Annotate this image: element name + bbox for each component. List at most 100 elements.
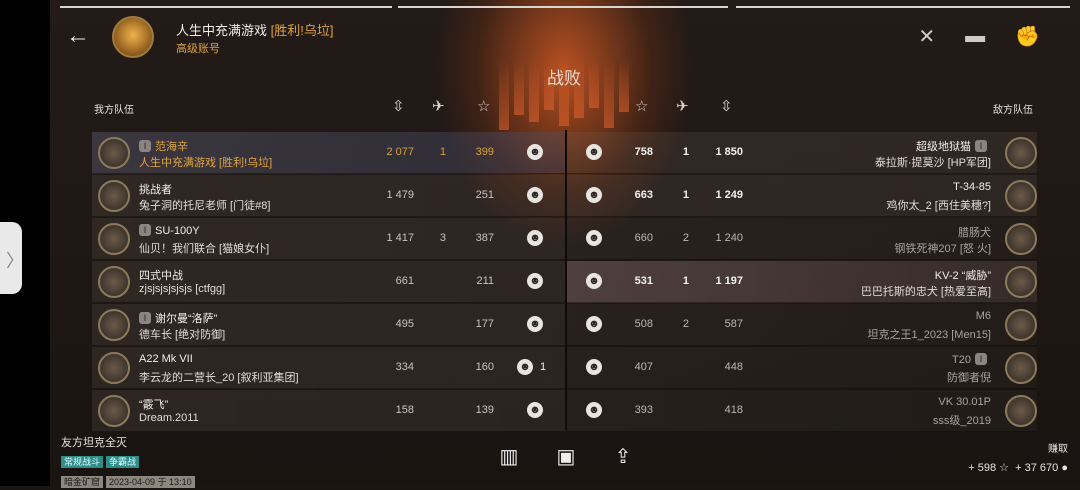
replay-icon[interactable]: ▣ <box>555 444 577 469</box>
player-nick: sss级_2019 <box>932 415 991 427</box>
player-nick: 防御者倪 <box>947 372 991 384</box>
xp-value: 387 <box>475 232 494 244</box>
tank-name: 腊肠犬 <box>958 224 991 240</box>
xp-star-icon[interactable]: ☆ <box>635 97 648 115</box>
ally-row[interactable]: 挑战者 兔子洞的托尼老师 [门徒#8] 1 479 251 ☻ <box>92 175 565 217</box>
smile-icon[interactable]: ☻ <box>527 273 543 289</box>
player-emblem <box>1005 395 1037 427</box>
xp-value: 211 <box>476 275 494 287</box>
player-nick: zjsjsjsjsjsjs [ctfgg] <box>139 283 226 295</box>
damage-value: 1 417 <box>386 232 414 244</box>
kills-value: 2 <box>682 318 689 330</box>
player-emblem <box>1005 309 1037 341</box>
damage-value: 334 <box>395 361 414 373</box>
player-nick: 泰拉斯·提莫沙 [HP军团] <box>874 157 991 169</box>
ally-row[interactable]: A22 Mk VII 李云龙的二营长_20 [叙利亚集团] 334 160 1 ☻ <box>92 347 565 389</box>
player-clan: [胜利!乌垃] <box>270 23 334 38</box>
damage-value: 587 <box>724 318 743 330</box>
smile-icon[interactable]: ☻ <box>527 187 543 203</box>
share-icon[interactable]: ⇪ <box>612 444 634 469</box>
smile-icon[interactable]: ☻ <box>586 273 602 289</box>
xp-value: 758 <box>634 146 653 158</box>
player-nick: 钢铁死神207 [怒 火] <box>894 243 991 255</box>
tank-name: T20 I <box>952 353 991 366</box>
tank-name: KV-2 “威胁” <box>935 267 991 283</box>
earnings: 赚取 + 598 ☆ + 37 670 ● <box>968 440 1068 474</box>
stats-chart-icon[interactable]: ▥ <box>498 444 520 469</box>
tank-name-text: T20 <box>952 354 971 366</box>
smile-icon[interactable]: ☻ <box>517 359 533 375</box>
damage-value: 1 850 <box>715 146 743 158</box>
tank-name: 四式中战 <box>139 267 183 283</box>
back-arrow-icon[interactable]: ← <box>66 24 90 48</box>
chevron-right-icon: 〉 <box>6 251 24 271</box>
credits-icon: ● <box>1061 462 1068 474</box>
player-avatar[interactable] <box>112 16 154 58</box>
player-emblem <box>98 137 130 169</box>
smile-icon[interactable]: ☻ <box>586 230 602 246</box>
damage-value: 448 <box>724 361 743 373</box>
ally-row[interactable]: I SU-100Y 仙贝！我们联合 [猫娘女仆] 1 417 3 387 ☻ <box>92 218 565 260</box>
battle-mode: 常规战斗 <box>61 456 104 468</box>
battle-info: 友方坦克全灭 常规战斗 争霸战 暗金矿窟 2023-04-09 于 13:10 <box>61 434 198 490</box>
fist-icon[interactable]: ✊ <box>1015 24 1040 49</box>
smile-icon[interactable]: ☻ <box>586 402 602 418</box>
tank-name-text: VK 30.01P <box>938 396 991 408</box>
tank-icon[interactable]: ▬ <box>965 25 985 48</box>
side-drawer-handle[interactable]: 〉 <box>0 222 24 294</box>
player-nick: 巴巴托斯的忠犬 [热爱至高] <box>860 286 991 298</box>
xp-value: 508 <box>634 318 653 330</box>
enemy-row[interactable]: VK 30.01P sss级_2019 393 418 ☻ <box>567 390 1037 432</box>
mastery-badge-icon: I <box>139 140 151 152</box>
smile-icon[interactable]: ☻ <box>527 316 543 332</box>
enemy-row[interactable]: KV-2 “威胁” 巴巴托斯的忠犬 [热爱至高] 531 1 1 197 ☻ <box>567 261 1037 303</box>
xp-value: 531 <box>634 275 653 287</box>
player-nick: 坦克之王1_2023 [Men15] <box>867 329 991 341</box>
enemy-row[interactable]: M6 坦克之王1_2023 [Men15] 508 2 587 ☻ <box>567 304 1037 346</box>
ally-row[interactable]: “霰飞” Dream.2011 158 139 ☻ <box>92 390 565 432</box>
player-name: 人生中充满游戏 [胜利!乌垃] <box>176 23 334 38</box>
smile-icon[interactable]: ☻ <box>586 359 602 375</box>
enemy-row[interactable]: T-34-85 鸡你太_2 [西住美穗?] 663 1 1 249 ☻ <box>567 175 1037 217</box>
enemy-row[interactable]: T20 I 防御者倪 407 448 ☻ <box>567 347 1037 389</box>
smile-icon[interactable]: ☻ <box>586 187 602 203</box>
damage-sort-icon[interactable]: ⇳ <box>392 97 405 115</box>
top-indicator <box>736 6 1070 8</box>
tank-name-text: 谢尔曼“洛萨” <box>155 313 218 325</box>
tank-name-text: T-34-85 <box>953 181 991 193</box>
smile-icon[interactable]: ☻ <box>527 402 543 418</box>
player-nick: 兔子洞的托尼老师 [门徒#8] <box>139 200 271 212</box>
tank-name-text: A22 Mk VII <box>139 353 193 365</box>
ally-row[interactable]: I 谢尔曼“洛萨” 德车长 [绝对防御] 495 177 ☻ <box>92 304 565 346</box>
xp-star-icon[interactable]: ☆ <box>477 97 490 115</box>
smile-icon[interactable]: ☻ <box>586 316 602 332</box>
enemy-row[interactable]: 超级地狱猫 I 泰拉斯·提莫沙 [HP军团] 758 1 1 850 ☻ <box>567 132 1037 174</box>
damage-sort-icon[interactable]: ⇳ <box>720 97 733 115</box>
player-emblem <box>1005 352 1037 384</box>
kills-value: 1 <box>682 146 689 158</box>
battle-result: 战败 <box>547 69 581 88</box>
mastery-badge-icon: I <box>975 353 987 365</box>
kills-icon[interactable]: ✈ <box>676 97 689 115</box>
mastery-badge-icon: I <box>139 312 151 324</box>
player-emblem <box>98 395 130 427</box>
player-emblem <box>98 180 130 212</box>
map-name: 暗金矿窟 <box>61 476 104 488</box>
kills-icon[interactable]: ✈ <box>432 97 445 115</box>
tank-name: A22 Mk VII <box>139 353 193 365</box>
credits-earned: + 37 670 <box>1015 462 1059 474</box>
smile-icon[interactable]: ☻ <box>586 144 602 160</box>
ally-row[interactable]: 四式中战 zjsjsjsjsjsjs [ctfgg] 661 211 ☻ <box>92 261 565 303</box>
player-emblem <box>98 352 130 384</box>
smile-icon[interactable]: ☻ <box>527 144 543 160</box>
player-nick: 李云龙的二营长_20 [叙利亚集团] <box>139 372 299 384</box>
xp-value: 407 <box>634 361 653 373</box>
enemy-row[interactable]: 腊肠犬 钢铁死神207 [怒 火] 660 2 1 240 ☻ <box>567 218 1037 260</box>
smile-icon[interactable]: ☻ <box>527 230 543 246</box>
tank-name: M6 <box>976 310 991 322</box>
ally-row[interactable]: I 范海辛 人生中充满游戏 [胜利!乌垃] 2 077 1 399 ☻ <box>92 132 565 174</box>
tank-name-text: M6 <box>975 310 991 322</box>
tank-name-text: 范海辛 <box>155 141 188 153</box>
crossed-swords-icon[interactable]: ✕ <box>918 24 935 49</box>
xp-value: 160 <box>475 361 494 373</box>
